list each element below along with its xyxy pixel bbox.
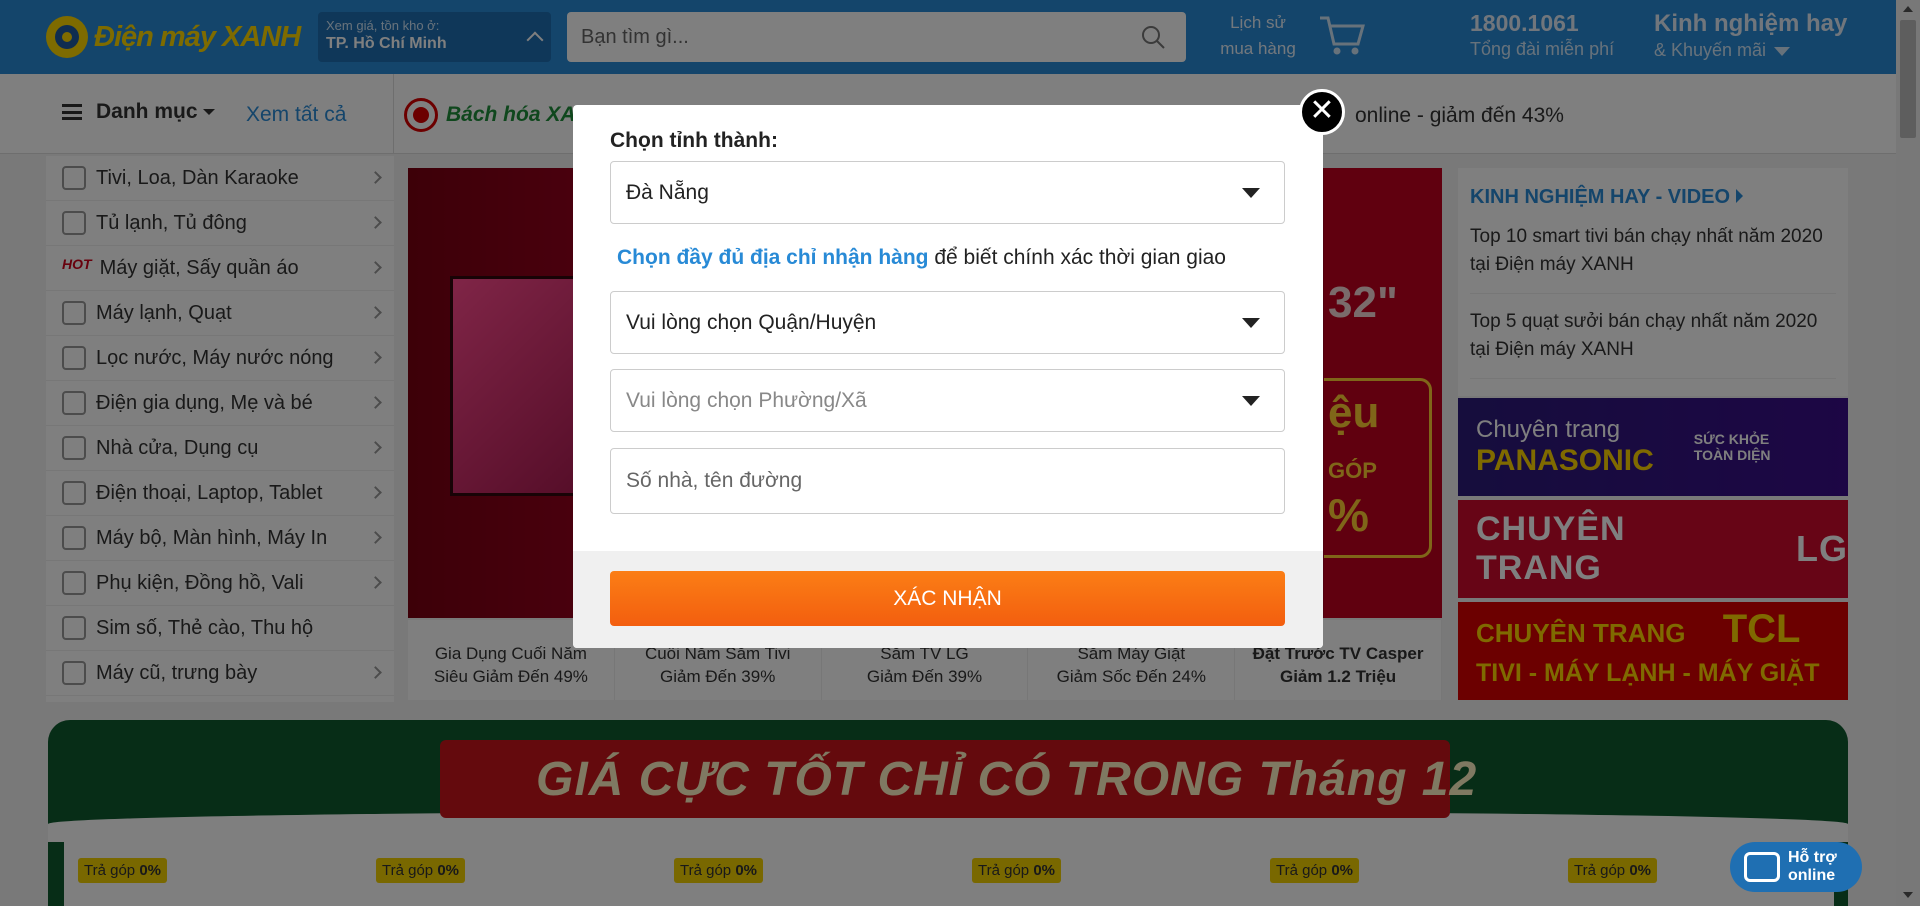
district-select[interactable]: Vui lòng chọn Quận/Huyện [610, 291, 1285, 354]
online-support-button[interactable]: Hỗ trợ online [1730, 842, 1862, 892]
ward-placeholder: Vui lòng chọn Phường/Xã [626, 388, 867, 412]
location-modal: Chọn tỉnh thành: Đà Nẵng Chọn đầy đủ địa… [573, 105, 1323, 648]
street-address-input[interactable] [611, 449, 1284, 513]
support-line1: Hỗ trợ [1788, 849, 1837, 866]
support-line2: online [1788, 867, 1836, 884]
address-field-wrapper [610, 448, 1285, 514]
province-select[interactable]: Đà Nẵng [610, 161, 1285, 224]
chat-icon [1744, 852, 1780, 882]
ward-select[interactable]: Vui lòng chọn Phường/Xã [610, 369, 1285, 432]
address-hint-text: để biết chính xác thời gian giao [934, 246, 1226, 269]
close-icon[interactable]: ✕ [1299, 89, 1345, 135]
address-hint-link[interactable]: Chọn đầy đủ địa chỉ nhận hàng [617, 246, 929, 269]
district-placeholder: Vui lòng chọn Quận/Huyện [626, 310, 877, 334]
address-hint: Chọn đầy đủ địa chỉ nhận hàng để biết ch… [617, 246, 1226, 270]
province-label: Chọn tỉnh thành: [610, 129, 778, 152]
caret-down-icon [1242, 318, 1260, 328]
modal-footer: XÁC NHẬN [573, 551, 1323, 648]
province-value: Đà Nẵng [626, 180, 709, 204]
caret-down-icon [1242, 396, 1260, 406]
caret-down-icon [1242, 188, 1260, 198]
confirm-button[interactable]: XÁC NHẬN [610, 571, 1285, 626]
